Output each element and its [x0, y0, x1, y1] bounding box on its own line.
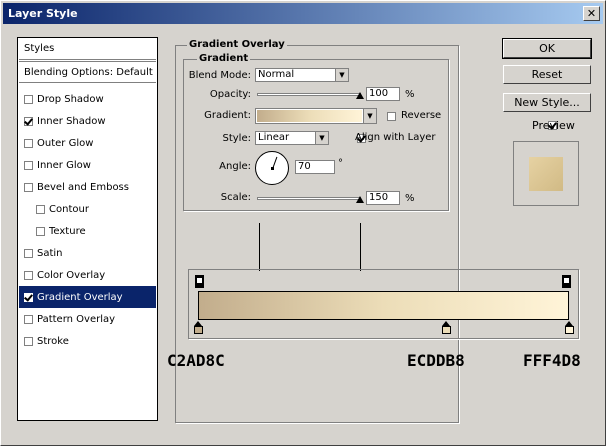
reverse-checkbox[interactable]	[387, 112, 396, 121]
style-item-inner-glow[interactable]: Inner Glow	[19, 154, 156, 176]
blend-mode-label: Blend Mode:	[188, 70, 251, 81]
style-item-label: Bevel and Emboss	[37, 181, 129, 193]
scale-slider[interactable]	[257, 197, 361, 200]
style-label: Style:	[222, 133, 252, 144]
style-select[interactable]: Linear ▼	[255, 131, 329, 145]
style-item-pattern-overlay[interactable]: Pattern Overlay	[19, 308, 156, 330]
style-item-label: Inner Shadow	[37, 115, 106, 127]
style-item-label: Satin	[37, 247, 63, 259]
style-item-gradient-overlay[interactable]: Gradient Overlay	[19, 286, 156, 308]
opacity-input[interactable]: 100	[366, 87, 400, 101]
style-checkbox[interactable]	[24, 138, 33, 148]
style-item-texture[interactable]: Texture	[19, 220, 156, 242]
style-checkbox[interactable]	[24, 94, 33, 104]
style-item-label: Outer Glow	[37, 137, 94, 149]
callout-line-left	[259, 223, 260, 271]
style-checkbox[interactable]	[24, 336, 33, 346]
align-with-layer-label: Align with Layer	[355, 132, 436, 143]
style-checkbox[interactable]	[24, 292, 33, 302]
style-item-outer-glow[interactable]: Outer Glow	[19, 132, 156, 154]
style-item-label: Gradient Overlay	[37, 291, 123, 303]
chevron-down-icon: ▼	[335, 69, 348, 81]
gradient-swatch	[257, 110, 362, 122]
color-stop-hex-label: ECDDB8	[407, 351, 465, 370]
reset-button[interactable]: Reset	[503, 65, 591, 84]
close-icon[interactable]: ✕	[583, 6, 600, 21]
style-checkbox[interactable]	[24, 116, 33, 126]
opacity-stop-right[interactable]	[562, 275, 571, 288]
chevron-down-icon: ▼	[363, 109, 376, 123]
color-stop[interactable]	[564, 321, 574, 334]
style-item-label: Inner Glow	[37, 159, 91, 171]
opacity-stop-left[interactable]	[195, 275, 204, 288]
scale-label: Scale:	[220, 192, 251, 203]
style-checkbox[interactable]	[24, 314, 33, 324]
color-stop[interactable]	[442, 321, 452, 334]
color-stop-hex-label: C2AD8C	[167, 351, 225, 370]
angle-unit: °	[338, 158, 343, 169]
style-item-label: Drop Shadow	[37, 93, 104, 105]
preview-thumbnail	[513, 141, 579, 206]
angle-dial-center	[271, 167, 274, 170]
style-item-inner-shadow[interactable]: Inner Shadow	[19, 110, 156, 132]
gradient-legend: Gradient	[197, 53, 251, 64]
blend-mode-select[interactable]: Normal ▼	[255, 68, 349, 82]
ok-button[interactable]: OK	[502, 38, 592, 59]
window-title: Layer Style	[8, 7, 78, 20]
style-checkbox[interactable]	[24, 270, 33, 280]
styles-header-label: Styles	[24, 43, 55, 54]
reverse-label: Reverse	[401, 110, 442, 121]
style-item-satin[interactable]: Satin	[19, 242, 156, 264]
style-item-drop-shadow[interactable]: Drop Shadow	[19, 88, 156, 110]
title-bar[interactable]: Layer Style ✕	[3, 3, 603, 24]
gradient-bar[interactable]	[198, 291, 569, 320]
gradient-picker[interactable]: ▼	[255, 108, 377, 124]
opacity-unit: %	[405, 89, 415, 100]
layer-style-dialog: Layer Style ✕ Styles Blending Options: D…	[0, 0, 606, 446]
chevron-down-icon: ▼	[315, 132, 328, 144]
style-item-label: Contour	[49, 203, 89, 215]
blend-mode-value: Normal	[258, 69, 295, 80]
preview-swatch	[529, 156, 563, 191]
angle-input[interactable]: 70	[295, 160, 335, 174]
style-checkbox[interactable]	[24, 248, 33, 258]
opacity-slider[interactable]	[257, 93, 361, 96]
style-item-label: Pattern Overlay	[37, 313, 116, 325]
style-item-bevel-and-emboss[interactable]: Bevel and Emboss	[19, 176, 156, 198]
new-style-button[interactable]: New Style...	[503, 93, 591, 112]
style-item-contour[interactable]: Contour	[19, 198, 156, 220]
style-checkbox[interactable]	[24, 160, 33, 170]
gradient-label: Gradient:	[204, 110, 251, 121]
style-item-label: Stroke	[37, 335, 69, 347]
style-checkbox[interactable]	[24, 182, 33, 192]
scale-unit: %	[405, 193, 415, 204]
style-value: Linear	[258, 132, 290, 143]
style-item-label: Color Overlay	[37, 269, 106, 281]
style-checkbox[interactable]	[36, 226, 45, 236]
opacity-slider-thumb[interactable]	[356, 92, 364, 99]
style-checkbox[interactable]	[36, 204, 45, 214]
scale-slider-thumb[interactable]	[356, 196, 364, 203]
opacity-label: Opacity:	[209, 89, 251, 100]
scale-input[interactable]: 150	[366, 191, 400, 205]
style-item-label: Texture	[49, 225, 86, 237]
angle-dial[interactable]	[255, 151, 289, 185]
style-item-stroke[interactable]: Stroke	[19, 330, 156, 352]
style-item-color-overlay[interactable]: Color Overlay	[19, 264, 156, 286]
blending-options-label: Blending Options: Default	[24, 66, 153, 78]
styles-header[interactable]: Styles	[19, 38, 156, 60]
preview-label: Preview	[532, 119, 575, 132]
styles-list: Styles Blending Options: Default Drop Sh…	[17, 37, 158, 421]
callout-line-right	[360, 223, 361, 271]
color-stop-hex-label: FFF4D8	[523, 351, 581, 370]
blending-options-item[interactable]: Blending Options: Default	[19, 61, 156, 83]
color-stop[interactable]	[193, 321, 203, 334]
gradient-overlay-legend: Gradient Overlay	[187, 39, 287, 50]
angle-label: Angle:	[219, 161, 251, 172]
